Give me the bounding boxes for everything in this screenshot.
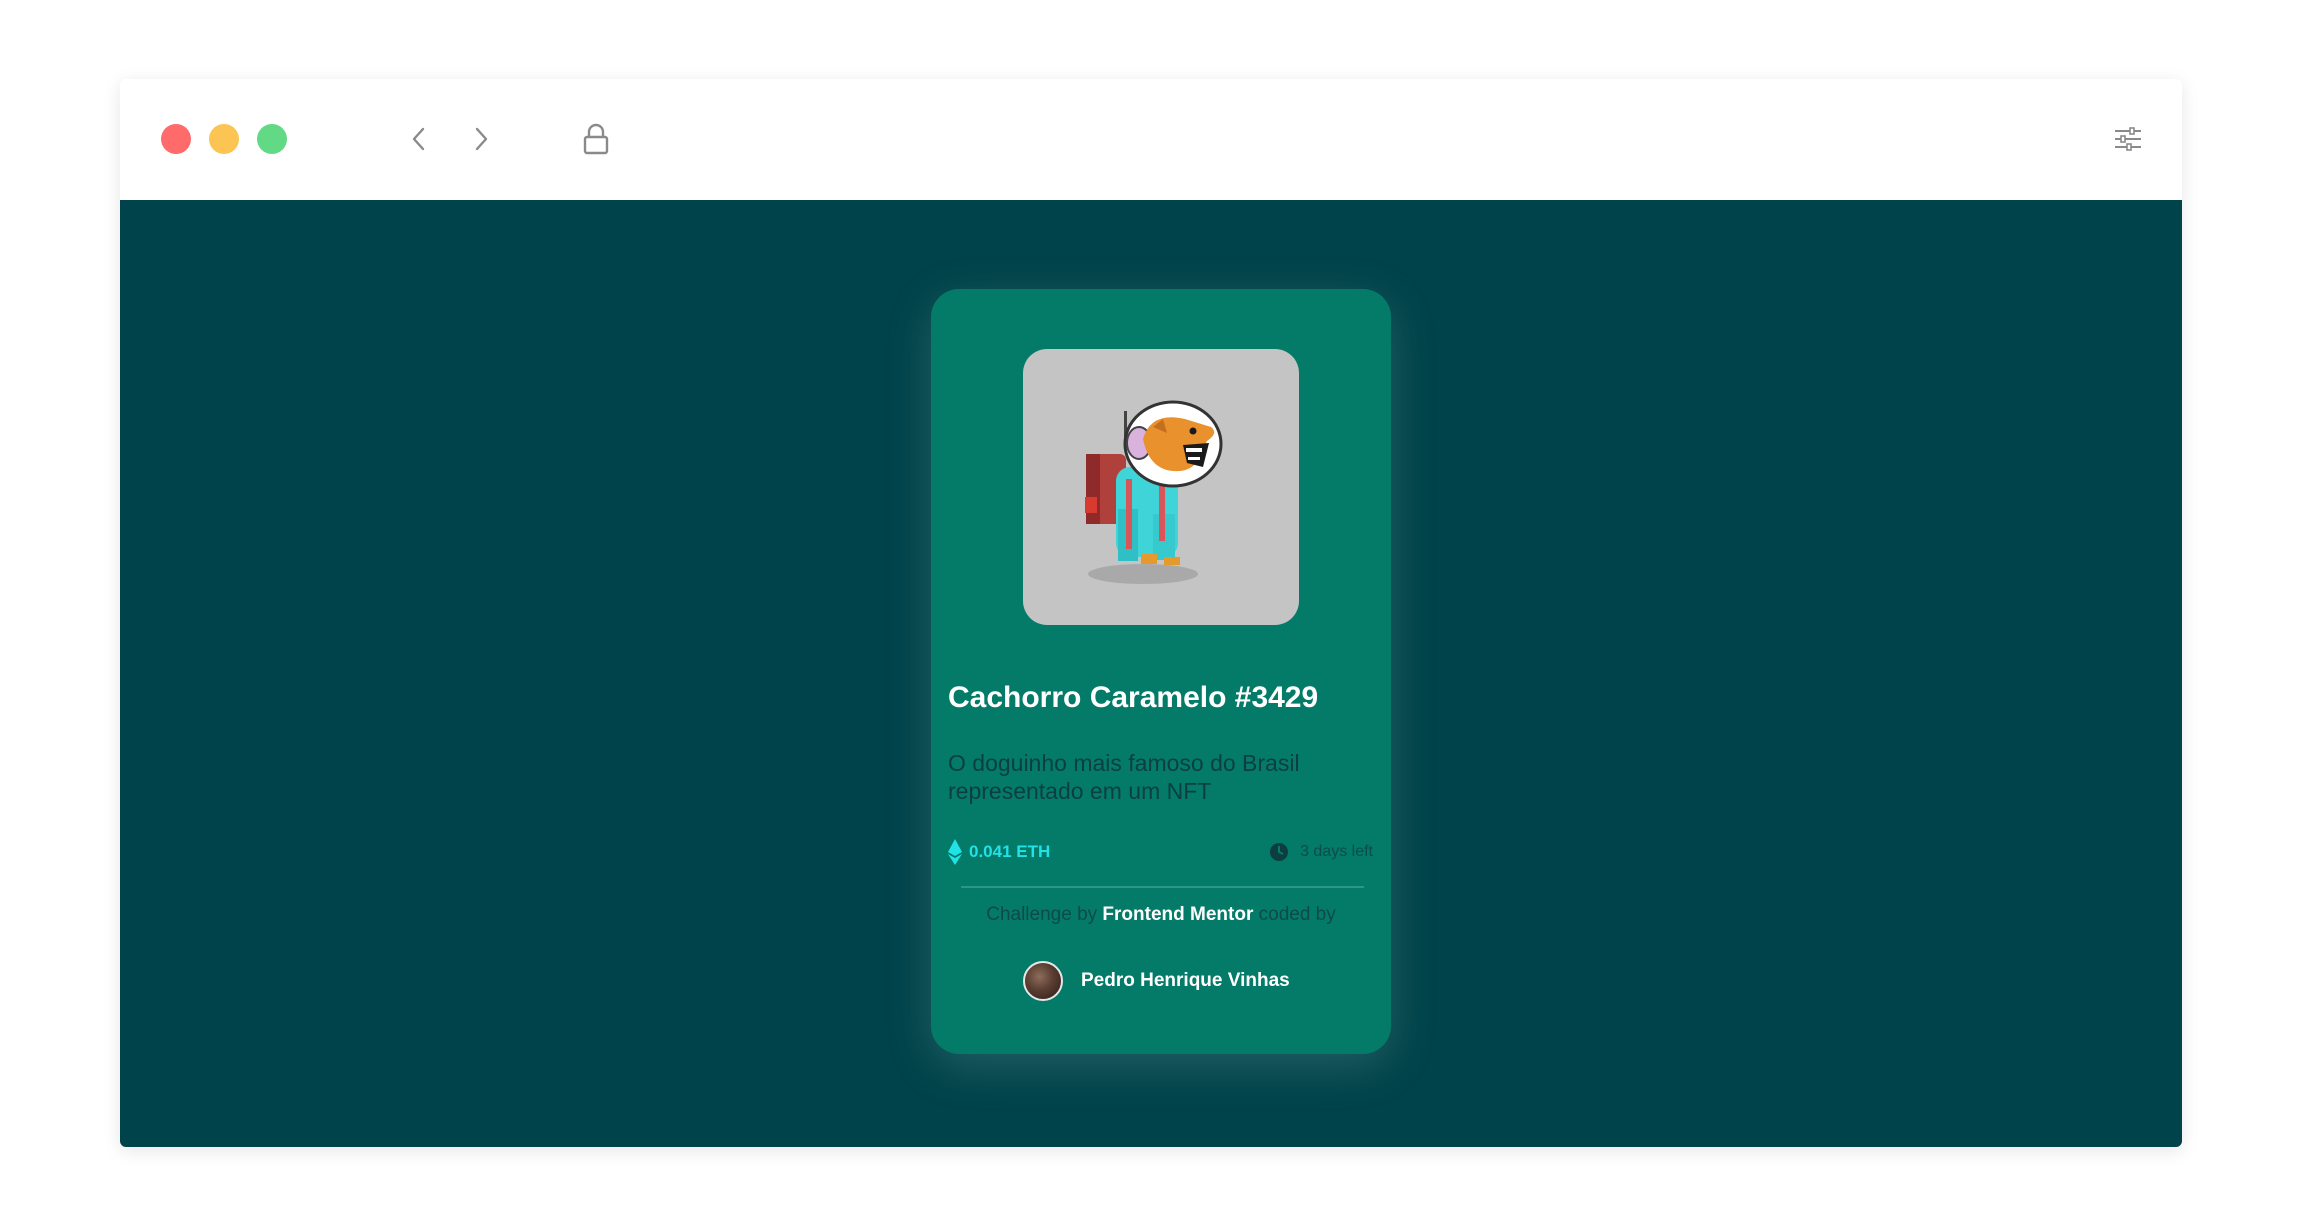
attribution: Challenge by Frontend Mentor coded by xyxy=(931,904,1391,926)
price-row: 0.041 ETH 3 days left xyxy=(948,837,1373,867)
author-name[interactable]: Pedro Henrique Vinhas xyxy=(1081,970,1290,992)
author: Pedro Henrique Vinhas xyxy=(1023,960,1290,1002)
clock-icon xyxy=(1270,843,1289,861)
ethereum-icon xyxy=(948,839,962,865)
avatar xyxy=(1023,961,1063,1001)
chevron-left-icon[interactable] xyxy=(399,119,439,159)
nft-title[interactable]: Cachorro Caramelo #3429 xyxy=(948,681,1318,715)
time-left-value: 3 days left xyxy=(1300,843,1373,860)
time-left: 3 days left xyxy=(1269,837,1373,867)
close-window-button[interactable] xyxy=(161,124,191,154)
chevron-right-icon[interactable] xyxy=(461,119,501,159)
frontend-mentor-link[interactable]: Frontend Mentor xyxy=(1102,904,1253,925)
browser-window: Cachorro Caramelo #3429 O doguinho mais … xyxy=(120,79,2182,1147)
page-viewport: Cachorro Caramelo #3429 O doguinho mais … xyxy=(120,200,2182,1147)
nft-image[interactable] xyxy=(1023,349,1299,625)
sliders-icon[interactable] xyxy=(2108,119,2148,159)
nft-description: O doguinho mais famoso do Brasil represe… xyxy=(948,750,1300,804)
lock-icon xyxy=(576,119,616,159)
nft-card: Cachorro Caramelo #3429 O doguinho mais … xyxy=(931,289,1391,1054)
browser-toolbar xyxy=(120,79,2182,200)
minimize-window-button[interactable] xyxy=(209,124,239,154)
price-value: 0.041 ETH xyxy=(969,842,1051,861)
maximize-window-button[interactable] xyxy=(257,124,287,154)
divider xyxy=(961,886,1364,888)
price: 0.041 ETH xyxy=(948,837,1050,867)
dog-astronaut-illustration xyxy=(1085,400,1223,584)
attribution-suffix: coded by xyxy=(1258,904,1336,925)
attribution-prefix: Challenge by xyxy=(986,904,1098,925)
